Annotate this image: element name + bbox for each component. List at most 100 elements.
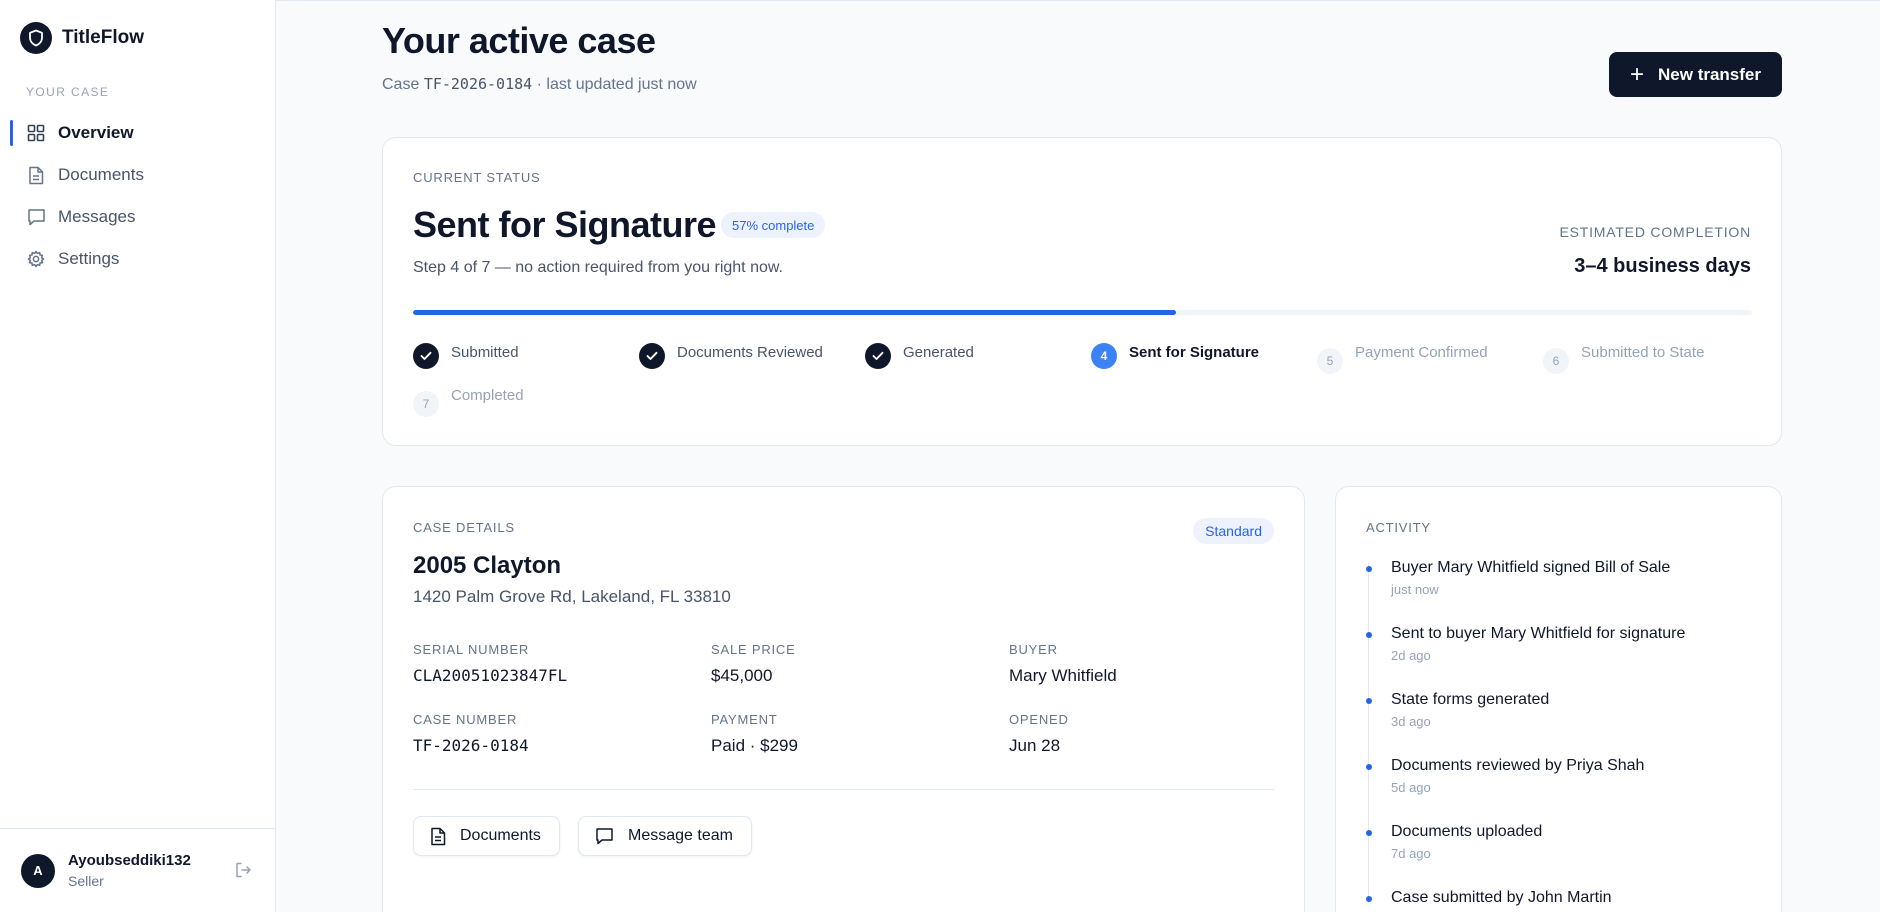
eta-label: ESTIMATED COMPLETION bbox=[1559, 224, 1751, 240]
activity-item: Buyer Mary Whitfield signed Bill of Sale… bbox=[1366, 559, 1756, 597]
progress-fill bbox=[413, 310, 1177, 315]
vehicle-title: 2005 Clayton bbox=[413, 552, 562, 579]
details-eyebrow: CASE DETAILS bbox=[413, 520, 515, 535]
activity-eyebrow: ACTIVITY bbox=[1366, 520, 1431, 535]
case-prefix: Case bbox=[382, 76, 420, 93]
check-icon bbox=[865, 343, 891, 369]
app-name: TitleFlow bbox=[62, 27, 144, 48]
document-icon bbox=[26, 165, 46, 185]
grid-icon bbox=[26, 123, 46, 143]
field-value: Mary Whitfield bbox=[1009, 666, 1117, 685]
status-title: Sent for Signature bbox=[413, 204, 717, 245]
activity-item: State forms generated 3d ago bbox=[1366, 691, 1756, 729]
field-label: CASE NUMBER bbox=[413, 712, 518, 727]
nav-section-label: YOUR CASE bbox=[26, 85, 110, 99]
field-payment: PAYMENT Paid · $299 bbox=[711, 712, 798, 756]
activity-text: Documents reviewed by Priya Shah bbox=[1391, 757, 1645, 774]
progress-bar bbox=[413, 310, 1752, 315]
step-label: Sent for Signature bbox=[1129, 344, 1260, 361]
plus-icon: + bbox=[1630, 60, 1645, 88]
sidebar-item-label: Documents bbox=[58, 165, 144, 184]
field-label: SERIAL NUMBER bbox=[413, 642, 530, 657]
top-border bbox=[276, 0, 1880, 4]
activity-text: Sent to buyer Mary Whitfield for signatu… bbox=[1391, 625, 1686, 642]
check-icon bbox=[639, 343, 665, 369]
new-transfer-label: New transfer bbox=[1658, 64, 1761, 84]
timeline-dot bbox=[1366, 896, 1372, 902]
service-tier-badge: Standard bbox=[1193, 518, 1274, 544]
step-item: 6 Submitted to State bbox=[1543, 343, 1704, 374]
case-details-card: CASE DETAILS Standard 2005 Clayton 1420 … bbox=[382, 486, 1305, 912]
activity-time: 3d ago bbox=[1391, 714, 1431, 729]
timeline-dot bbox=[1366, 764, 1372, 770]
message-team-button[interactable]: Message team bbox=[578, 816, 752, 856]
step-item: Submitted bbox=[413, 343, 519, 369]
field-serial-number: SERIAL NUMBER CLA20051023847FL bbox=[413, 642, 567, 685]
field-opened: OPENED Jun 28 bbox=[1009, 712, 1069, 756]
timeline-dot bbox=[1366, 830, 1372, 836]
sidebar-item-overview[interactable]: Overview bbox=[0, 112, 276, 154]
activity-time: just now bbox=[1391, 582, 1439, 597]
activity-text: Buyer Mary Whitfield signed Bill of Sale bbox=[1391, 559, 1671, 576]
step-label: Generated bbox=[903, 344, 974, 361]
step-item: 4 Sent for Signature bbox=[1091, 343, 1259, 369]
user-profile: A Ayoubseddiki132 Seller bbox=[0, 828, 276, 912]
gear-icon bbox=[26, 249, 46, 269]
documents-button[interactable]: Documents bbox=[413, 816, 560, 856]
activity-time: 7d ago bbox=[1391, 846, 1431, 861]
field-label: BUYER bbox=[1009, 642, 1058, 657]
activity-time: 2d ago bbox=[1391, 648, 1431, 663]
step-item: Generated bbox=[865, 343, 974, 369]
field-value: $45,000 bbox=[711, 666, 773, 685]
field-label: SALE PRICE bbox=[711, 642, 796, 657]
activity-item: Documents uploaded 7d ago bbox=[1366, 823, 1756, 861]
field-case-number: CASE NUMBER TF-2026-0184 bbox=[413, 712, 529, 755]
message-icon bbox=[26, 207, 46, 227]
brand[interactable]: TitleFlow bbox=[20, 22, 144, 54]
field-buyer: BUYER Mary Whitfield bbox=[1009, 642, 1117, 686]
sidebar: TitleFlow YOUR CASE Overview Documents M… bbox=[0, 0, 276, 912]
activity-text: State forms generated bbox=[1391, 691, 1550, 708]
sidebar-item-settings[interactable]: Settings bbox=[0, 238, 276, 280]
sidebar-item-documents[interactable]: Documents bbox=[0, 154, 276, 196]
status-eyebrow: CURRENT STATUS bbox=[413, 170, 541, 185]
timeline-dot bbox=[1366, 632, 1372, 638]
field-value: Jun 28 bbox=[1009, 736, 1061, 755]
vehicle-address: 1420 Palm Grove Rd, Lakeland, FL 33810 bbox=[413, 587, 731, 606]
percent-complete-badge: 57% complete bbox=[721, 212, 826, 238]
check-icon bbox=[413, 343, 439, 369]
timeline-dot bbox=[1366, 698, 1372, 704]
step-item: 5 Payment Confirmed bbox=[1317, 343, 1488, 374]
activity-time: 5d ago bbox=[1391, 780, 1431, 795]
sidebar-item-messages[interactable]: Messages bbox=[0, 196, 276, 238]
case-id: TF-2026-0184 bbox=[423, 75, 533, 93]
avatar[interactable]: A bbox=[21, 853, 55, 888]
activity-item: Sent to buyer Mary Whitfield for signatu… bbox=[1366, 625, 1756, 663]
documents-button-label: Documents bbox=[460, 827, 541, 844]
user-role: Seller bbox=[68, 873, 104, 889]
last-updated: · last updated just now bbox=[536, 76, 697, 93]
sidebar-item-label: Overview bbox=[58, 123, 134, 142]
sidebar-item-label: Settings bbox=[58, 249, 120, 268]
message-icon bbox=[596, 828, 613, 845]
page-subtitle: Case TF-2026-0184 · last updated just no… bbox=[382, 75, 697, 94]
timeline-dot bbox=[1366, 566, 1372, 572]
field-label: PAYMENT bbox=[711, 712, 778, 727]
field-sale-price: SALE PRICE $45,000 bbox=[711, 642, 796, 686]
step-item: Documents Reviewed bbox=[639, 343, 823, 369]
new-transfer-button[interactable]: + New transfer bbox=[1609, 52, 1782, 97]
step-label: Submitted to State bbox=[1581, 344, 1705, 361]
step-label: Completed bbox=[451, 387, 524, 404]
shield-logo-icon bbox=[20, 22, 52, 54]
step-number: 7 bbox=[413, 391, 439, 417]
field-label: OPENED bbox=[1009, 712, 1069, 727]
activity-item: Documents reviewed by Priya Shah 5d ago bbox=[1366, 757, 1756, 795]
logout-icon[interactable] bbox=[234, 861, 254, 881]
activity-card: ACTIVITY Buyer Mary Whitfield signed Bil… bbox=[1335, 486, 1782, 912]
step-label: Submitted bbox=[451, 344, 519, 361]
step-label: Documents Reviewed bbox=[677, 344, 823, 361]
step-number: 5 bbox=[1317, 348, 1343, 374]
sidebar-item-label: Messages bbox=[58, 207, 136, 226]
field-value: CLA20051023847FL bbox=[413, 666, 568, 685]
user-name: Ayoubseddiki132 bbox=[68, 852, 191, 869]
